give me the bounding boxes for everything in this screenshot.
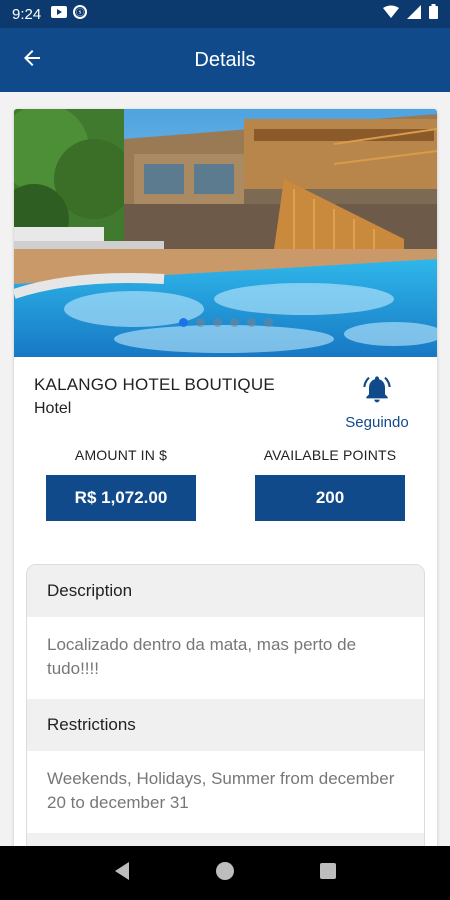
page-title: Details bbox=[194, 48, 256, 71]
status-time: 9:24 bbox=[12, 5, 42, 23]
nav-home-button[interactable] bbox=[210, 858, 240, 888]
description-header: Description bbox=[27, 565, 424, 617]
cell-signal-icon bbox=[407, 4, 421, 24]
follow-label: Seguindo bbox=[345, 414, 409, 431]
sync-icon: ⓢ bbox=[73, 4, 88, 24]
restrictions-text: Weekends, Holidays, Summer from december… bbox=[27, 751, 424, 833]
follow-button[interactable]: Seguindo bbox=[337, 373, 417, 431]
status-bar: 9:24 ⓢ bbox=[0, 0, 450, 28]
svg-text:ⓢ: ⓢ bbox=[76, 8, 84, 17]
arrow-back-icon bbox=[20, 46, 44, 75]
battery-icon bbox=[429, 4, 438, 24]
square-recents-icon bbox=[319, 862, 337, 885]
hotel-info: KALANGO HOTEL BOUTIQUE Hotel Seguindo bbox=[14, 357, 437, 447]
system-nav-bar bbox=[0, 846, 450, 900]
next-section-header bbox=[27, 833, 424, 846]
bell-icon bbox=[361, 373, 393, 410]
amount-label: AMOUNT IN $ bbox=[74, 447, 168, 463]
carousel-dot[interactable] bbox=[229, 318, 239, 327]
hotel-type: Hotel bbox=[34, 400, 72, 417]
carousel-dot[interactable] bbox=[195, 318, 205, 327]
details-panel: Description Localizado dentro da mata, m… bbox=[26, 564, 425, 846]
points-label: AVAILABLE POINTS bbox=[263, 447, 397, 463]
carousel-dot[interactable] bbox=[178, 318, 188, 327]
back-button[interactable] bbox=[18, 46, 46, 74]
description-text: Localizado dentro da mata, mas perto de … bbox=[27, 617, 424, 699]
points-stat: AVAILABLE POINTS 200 bbox=[255, 447, 405, 521]
amount-stat: AMOUNT IN $ R$ 1,072.00 bbox=[46, 447, 196, 521]
content-area[interactable]: KALANGO HOTEL BOUTIQUE Hotel Seguindo AM… bbox=[0, 92, 450, 846]
carousel-dot[interactable] bbox=[263, 318, 273, 327]
triangle-back-icon bbox=[113, 861, 131, 886]
stats-row: AMOUNT IN $ R$ 1,072.00 AVAILABLE POINTS… bbox=[14, 447, 437, 542]
carousel-dot[interactable] bbox=[212, 318, 222, 327]
amount-value: R$ 1,072.00 bbox=[46, 475, 196, 521]
hotel-name: KALANGO HOTEL BOUTIQUE bbox=[34, 375, 275, 394]
hotel-card: KALANGO HOTEL BOUTIQUE Hotel Seguindo AM… bbox=[14, 109, 437, 846]
carousel-indicator bbox=[14, 318, 437, 327]
wifi-icon bbox=[383, 5, 399, 24]
points-value: 200 bbox=[255, 475, 405, 521]
app-bar: Details bbox=[0, 28, 450, 92]
nav-recents-button[interactable] bbox=[313, 858, 343, 888]
circle-home-icon bbox=[215, 861, 235, 886]
carousel-dot[interactable] bbox=[246, 318, 256, 327]
restrictions-header: Restrictions bbox=[27, 699, 424, 751]
hotel-image-carousel[interactable] bbox=[14, 109, 437, 357]
youtube-icon bbox=[51, 5, 68, 23]
nav-back-button[interactable] bbox=[107, 858, 137, 888]
